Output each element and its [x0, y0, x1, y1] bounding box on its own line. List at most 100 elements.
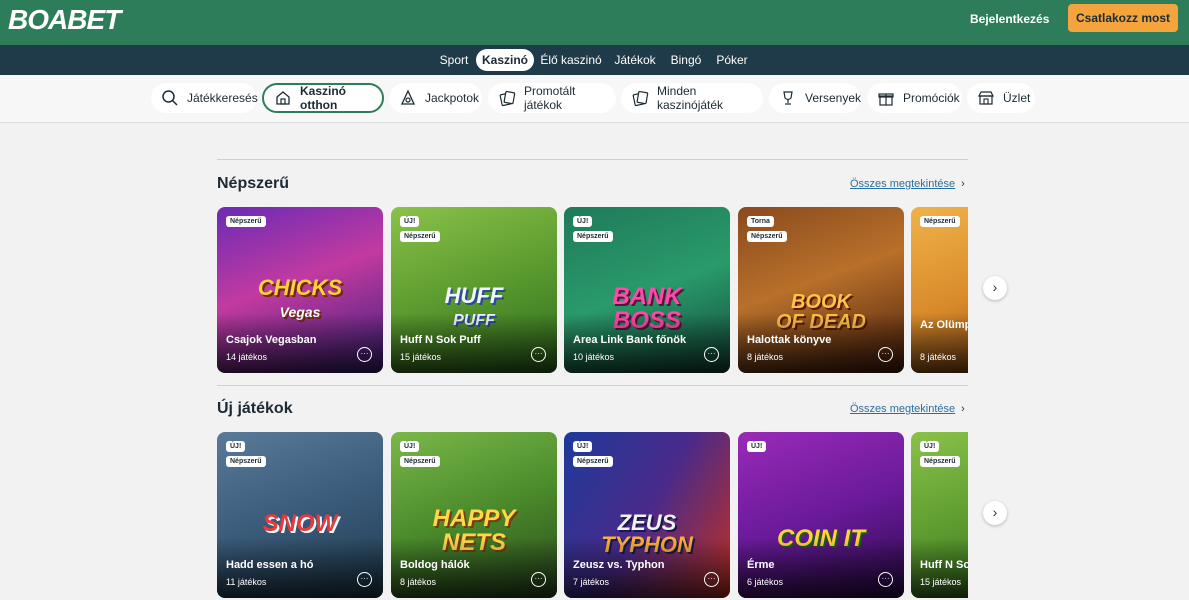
game-card[interactable]: HAPPYNETS ÚJ! Népszerű Boldog hálók 8 já… — [391, 432, 557, 598]
game-card[interactable]: HUFFPUFF ÚJ! Népszerű Huff N Sok Puff 15… — [391, 207, 557, 373]
home-icon — [274, 89, 292, 107]
new-badge: ÚJ! — [573, 441, 593, 452]
category-label: Üzlet — [1003, 91, 1031, 105]
login-button[interactable]: Bejelentkezés — [970, 12, 1049, 26]
player-count: 14 játékos — [226, 352, 268, 362]
see-all-label: Összes megtekintése — [850, 178, 956, 190]
new-badge: ÚJ! — [400, 441, 420, 452]
player-count: 11 játékos — [226, 577, 267, 587]
game-title: Huff N Sok Puff — [400, 334, 481, 346]
store-icon — [977, 89, 995, 107]
chevron-right-icon: › — [961, 178, 965, 190]
cards-icon — [631, 89, 649, 107]
player-count: 7 játékos — [573, 577, 610, 587]
popular-badge: Népszerű — [226, 216, 266, 227]
game-card[interactable]: BANKBOSS ÚJ! Népszerű Area Link Bank főn… — [564, 207, 730, 373]
category-bar: Játékkeresés Kaszinó otthon Jackpotok Pr… — [0, 75, 1189, 123]
more-options-icon[interactable]: ··· — [878, 347, 893, 362]
see-all-popular-link[interactable]: Összes megtekintése › — [850, 178, 965, 190]
search-icon — [161, 89, 179, 107]
game-title: Area Link Bank főnök — [573, 334, 687, 346]
category-all-casino-games[interactable]: Minden kaszinójáték — [621, 83, 763, 113]
nav-item-live-casino[interactable]: Élő kaszinó — [538, 49, 604, 71]
section-divider — [217, 159, 968, 160]
player-count: 8 játékos — [747, 352, 784, 362]
game-card[interactable]: ZEUSTYPHON ÚJ! Népszerű Zeusz vs. Typhon… — [564, 432, 730, 598]
category-game-search[interactable]: Játékkeresés — [151, 83, 258, 113]
nav-item-bingo[interactable]: Bingó — [666, 49, 706, 71]
game-title: Csajok Vegasban — [226, 334, 317, 346]
category-label: Promotált játékok — [524, 84, 576, 112]
section-title-new-games: Új játékok — [217, 400, 293, 417]
game-title: Huff N Sok Puff — [920, 559, 968, 571]
category-tournaments[interactable]: Versenyek — [769, 83, 861, 113]
chevron-right-icon: › — [992, 279, 998, 295]
new-badge: ÚJ! — [920, 441, 940, 452]
section-title-popular: Népszerű — [217, 175, 290, 192]
gift-icon — [877, 89, 895, 107]
game-title: Érme — [747, 559, 775, 571]
game-title: Hadd essen a hó — [226, 559, 314, 571]
nav-item-games[interactable]: Játékok — [610, 49, 660, 71]
category-jackpots[interactable]: Jackpotok — [389, 83, 482, 113]
scroll-right-popular-button[interactable]: › — [983, 276, 1007, 300]
more-options-icon[interactable]: ··· — [704, 572, 719, 587]
player-count: 6 játékos — [747, 577, 784, 587]
scroll-right-new-games-button[interactable]: › — [983, 501, 1007, 525]
game-card[interactable]: COIN IT ÚJ! Érme 6 játékos ··· — [738, 432, 904, 598]
player-count: 15 játékos — [920, 577, 962, 587]
see-all-new-games-link[interactable]: Összes megtekintése › — [850, 403, 965, 415]
game-card[interactable]: Népszerű Az Olümposz szuperszlot 8 játék… — [911, 207, 968, 373]
category-label: Minden kaszinójáték — [657, 84, 724, 112]
more-options-icon[interactable]: ··· — [357, 347, 372, 362]
game-card[interactable]: BOOKOF DEAD Torna Népszerű Halottak köny… — [738, 207, 904, 373]
player-count: 8 játékos — [920, 352, 957, 362]
game-row-popular: CHICKS Vegas Népszerű Csajok Vegasban 14 … — [217, 207, 968, 373]
more-options-icon[interactable]: ··· — [878, 572, 893, 587]
game-title: Halottak könyve — [747, 334, 832, 346]
more-options-icon[interactable]: ··· — [531, 572, 546, 587]
jackpot-icon — [399, 89, 417, 107]
category-label: Játékkeresés — [187, 91, 258, 105]
new-badge: ÚJ! — [747, 441, 767, 452]
nav-item-casino[interactable]: Kaszinó — [476, 49, 534, 71]
join-now-button[interactable]: Csatlakozz most — [1068, 4, 1178, 32]
category-promotions[interactable]: Promóciók — [867, 83, 962, 113]
main-nav: Sport Kaszinó Élő kaszinó Játékok Bingó … — [0, 45, 1189, 75]
new-badge: ÚJ! — [573, 216, 593, 227]
popular-badge: Népszerű — [226, 456, 266, 467]
chevron-right-icon: › — [961, 403, 965, 415]
more-options-icon[interactable]: ··· — [531, 347, 546, 362]
game-title: Boldog hálók — [400, 559, 470, 571]
popular-badge: Népszerű — [573, 456, 613, 467]
game-title: Az Olümposz szuperszlot — [920, 319, 968, 331]
player-count: 10 játékos — [573, 352, 615, 362]
category-label: Jackpotok — [425, 91, 480, 105]
category-label: Versenyek — [805, 91, 862, 105]
section-divider — [217, 385, 968, 386]
category-promoted-games[interactable]: Promotált játékok — [488, 83, 616, 113]
tournament-badge: Torna — [747, 216, 774, 227]
player-count: 8 játékos — [400, 577, 437, 587]
new-badge: ÚJ! — [400, 216, 420, 227]
more-options-icon[interactable]: ··· — [704, 347, 719, 362]
boabet-logo[interactable]: BOABET — [8, 4, 121, 36]
chevron-right-icon: › — [992, 504, 998, 520]
see-all-label: Összes megtekintése — [850, 403, 956, 415]
game-card[interactable]: SNOW ÚJ! Népszerű Hadd essen a hó 11 ját… — [217, 432, 383, 598]
promoted-cards-icon — [498, 89, 516, 107]
popular-badge: Népszerű — [400, 231, 440, 242]
nav-item-poker[interactable]: Póker — [712, 49, 752, 71]
more-options-icon[interactable]: ··· — [357, 572, 372, 587]
game-card[interactable]: CHICKS Vegas Népszerű Csajok Vegasban 14 … — [217, 207, 383, 373]
popular-badge: Népszerű — [573, 231, 613, 242]
game-art-title: SNOW — [262, 510, 338, 537]
category-store[interactable]: Üzlet — [967, 83, 1035, 113]
top-header: BOABET Bejelentkezés Csatlakozz most — [0, 0, 1189, 45]
nav-item-sport[interactable]: Sport — [432, 49, 476, 71]
category-casino-home[interactable]: Kaszinó otthon — [262, 83, 384, 113]
popular-badge: Népszerű — [920, 216, 960, 227]
game-card[interactable]: ÚJ! Népszerű Huff N Sok Puff 15 játékos — [911, 432, 968, 598]
popular-badge: Népszerű — [400, 456, 440, 467]
player-count: 15 játékos — [400, 352, 442, 362]
